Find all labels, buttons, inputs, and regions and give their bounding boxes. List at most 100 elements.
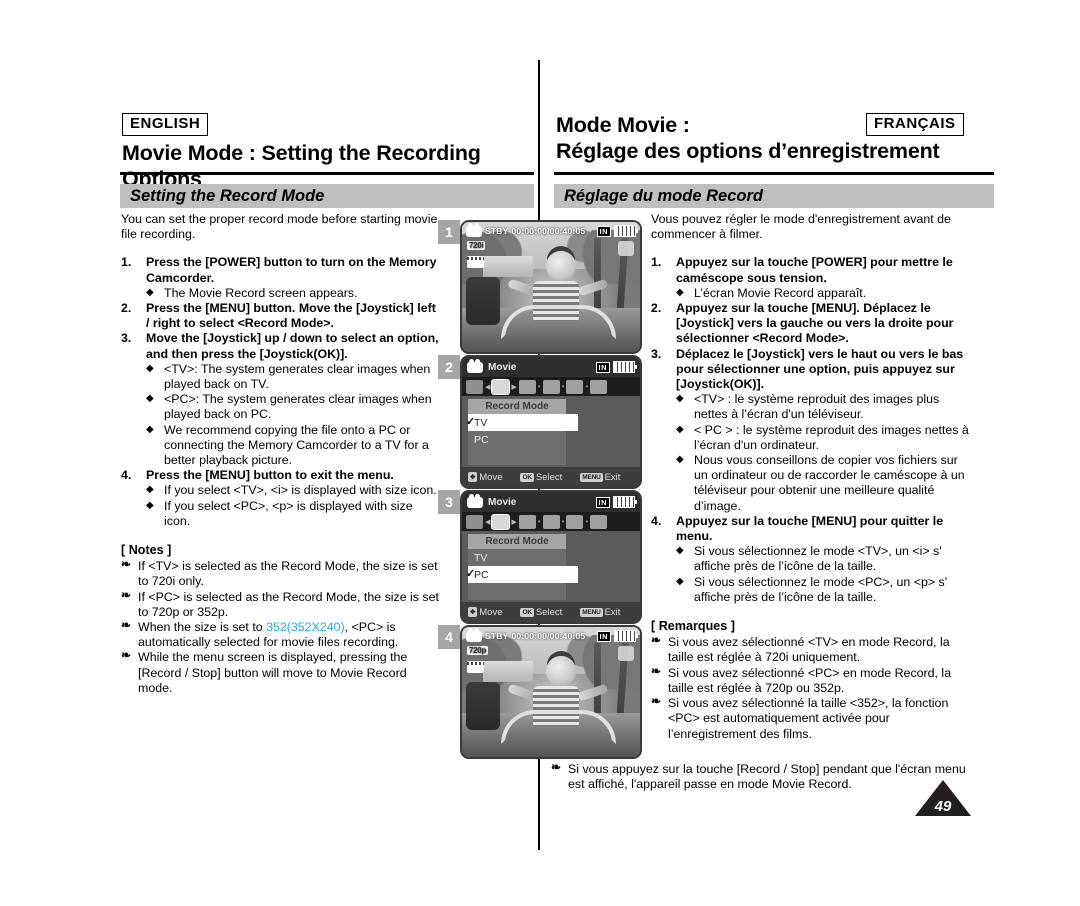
tab-size-icon[interactable]: [518, 379, 536, 394]
page-number: 49: [934, 798, 952, 815]
section-title-french: Réglage du mode Record: [564, 186, 763, 205]
separator-dot: •: [561, 517, 565, 526]
section-bar-english: Setting the Record Mode: [120, 184, 534, 208]
menu-heading: Record Mode: [468, 534, 566, 549]
menu-option-label: TV: [474, 551, 488, 564]
menu-option-label: TV: [474, 416, 488, 429]
step-text: Appuyez sur la touche [MENU]. Déplacez l…: [676, 301, 954, 346]
help-label: Move: [479, 606, 503, 618]
step-sub-item: ◆ L’écran Movie Record apparaît.: [676, 286, 969, 301]
battery-icon: [614, 630, 638, 642]
diamond-bullet-icon: ◆: [146, 393, 154, 405]
step-number: 3.: [651, 346, 662, 361]
page-title-french: Mode Movie : Réglage des options d’enreg…: [556, 112, 996, 164]
menu-tab-bar[interactable]: ◀ ▶ • • •: [462, 512, 640, 531]
tab-scene-icon[interactable]: [466, 379, 483, 394]
battery-icon: [613, 361, 637, 373]
checkmark-icon: ✓: [466, 568, 476, 580]
menu-option-label: PC: [474, 433, 489, 446]
battery-icon: [613, 496, 637, 508]
movie-camera-icon: [466, 222, 482, 237]
film-quality-icon: [467, 256, 484, 268]
step-sub-text: < PC > : le système reproduit des images…: [694, 422, 969, 452]
tab-quality-icon[interactable]: [542, 379, 560, 394]
help-move: ✥ Move: [468, 472, 502, 483]
anti-shake-icon: [618, 646, 634, 661]
diamond-bullet-icon: ◆: [676, 423, 684, 435]
help-label: Exit: [604, 471, 621, 483]
step-sub-text: Si vous sélectionnez le mode <PC>, un <p…: [694, 574, 948, 604]
menu-screen: Movie IN ◀ ▶ • • • Record Mode: [462, 492, 640, 622]
menu-tab-bar[interactable]: ◀ ▶ • • •: [462, 377, 640, 396]
step-sub-item: ◆ We recommend copying the file onto a P…: [146, 423, 441, 469]
tab-record-mode-icon[interactable]: [491, 378, 511, 395]
menu-option-tv[interactable]: ✓ TV: [466, 414, 578, 431]
step-sub-item: ◆ Nous vous conseillons de copier vos fi…: [676, 453, 969, 514]
osd-top-bar: STBY 00:00:00/00:40:05 IN: [466, 222, 638, 237]
tab-focus-icon[interactable]: [566, 379, 584, 394]
step-sub-item: ◆ <TV>: The system generates clear image…: [146, 362, 441, 392]
diamond-bullet-icon: ◆: [146, 286, 154, 298]
osd-overlay: STBY 00:00:00/00:40:05 IN 720i: [462, 222, 640, 352]
menu-status-group: IN: [595, 361, 637, 373]
storage-indicator: IN: [595, 496, 610, 508]
page-title-french-line2: Réglage des options d’enregistrement: [556, 139, 940, 163]
note-text: Si vous avez sélectionné <TV> en mode Re…: [668, 635, 950, 665]
separator-dot: •: [537, 382, 541, 391]
tab-effect-icon[interactable]: [590, 379, 608, 394]
step-item: 4. Appuyez sur la touche [MENU] pour qui…: [651, 514, 969, 605]
step-text: Press the [MENU] button. Move the [Joyst…: [146, 301, 436, 331]
note-text: Si vous avez sélectionné <PC> en mode Re…: [668, 665, 952, 695]
tab-size-icon[interactable]: [518, 514, 536, 529]
menu-mode-label: Movie: [488, 496, 517, 508]
help-label: Move: [479, 471, 503, 483]
menu-option-pc[interactable]: ✓ PC: [468, 431, 566, 448]
help-select: OK Select: [520, 472, 562, 483]
menu-mode-label: Movie: [488, 361, 517, 373]
step-number: 2.: [121, 301, 132, 316]
step-sub-text: <TV> : le système reproduit des images p…: [694, 392, 940, 422]
tab-effect-icon[interactable]: [590, 514, 608, 529]
tab-focus-icon[interactable]: [566, 514, 584, 529]
step-item: 1. Press the [POWER] button to turn on t…: [121, 255, 441, 301]
step-text: Move the [Joystick] up / down to select …: [146, 331, 439, 361]
size-badge: 720i: [467, 241, 486, 250]
menu-help-bar: ✥ Move OK Select MENU Exit: [462, 467, 640, 487]
diamond-bullet-icon: ◆: [676, 286, 684, 298]
section-title-english: Setting the Record Mode: [130, 186, 325, 205]
camcorder-screen-3: Movie IN ◀ ▶ • • • Record Mode TV ✓ PC ✥…: [460, 490, 642, 624]
note-text: If <PC> is selected as the Record Mode, …: [138, 589, 439, 619]
ok-key-icon: OK: [520, 472, 534, 482]
camcorder-screen-1: STBY 00:00:00/00:40:05 IN 720i: [460, 220, 642, 354]
tab-quality-icon[interactable]: [542, 514, 560, 529]
help-select: OK Select: [520, 607, 562, 618]
step-sub-text: <TV>: The system generates clear images …: [164, 361, 431, 392]
page-title-french-line1: Mode Movie :: [556, 113, 690, 137]
note-item: ❧ Si vous avez sélectionné <TV> en mode …: [651, 633, 969, 665]
diamond-bullet-icon: ◆: [676, 575, 684, 587]
step-badge-4: 4: [438, 625, 460, 649]
menu-heading: Record Mode: [468, 399, 566, 414]
tab-scene-icon[interactable]: [466, 514, 483, 529]
steps-list-english: 1. Press the [POWER] button to turn on t…: [121, 255, 441, 529]
joystick-key-icon: ✥: [468, 607, 478, 617]
step-sub-text: Nous vous conseillons de copier vos fich…: [694, 453, 965, 513]
chevron-left-icon: ◀: [485, 518, 491, 526]
clover-bullet-icon: ❧: [121, 648, 132, 663]
diamond-bullet-icon: ◆: [146, 499, 154, 511]
note-item: ❧ Si vous avez sélectionné la taille <35…: [651, 694, 969, 742]
menu-option-tv[interactable]: ✓ TV: [468, 549, 566, 566]
step-number: 3.: [121, 331, 132, 346]
step-text: Press the [POWER] button to turn on the …: [146, 255, 437, 285]
step-item: 4. Press the [MENU] button to exit the m…: [121, 468, 441, 529]
movie-camera-icon: [467, 493, 483, 508]
tab-record-mode-icon[interactable]: [491, 513, 511, 530]
step-text: Press the [MENU] button to exit the menu…: [146, 468, 394, 483]
timecode: 00:00:00/00:40:05: [511, 631, 586, 641]
step-item: 2. Press the [MENU] button. Move the [Jo…: [121, 301, 441, 331]
joystick-key-icon: ✥: [468, 472, 478, 482]
chevron-left-icon: ◀: [485, 383, 491, 391]
separator-dot: •: [585, 517, 589, 526]
menu-option-pc[interactable]: ✓ PC: [466, 566, 578, 583]
note-item: ❧ If <PC> is selected as the Record Mode…: [121, 588, 441, 620]
